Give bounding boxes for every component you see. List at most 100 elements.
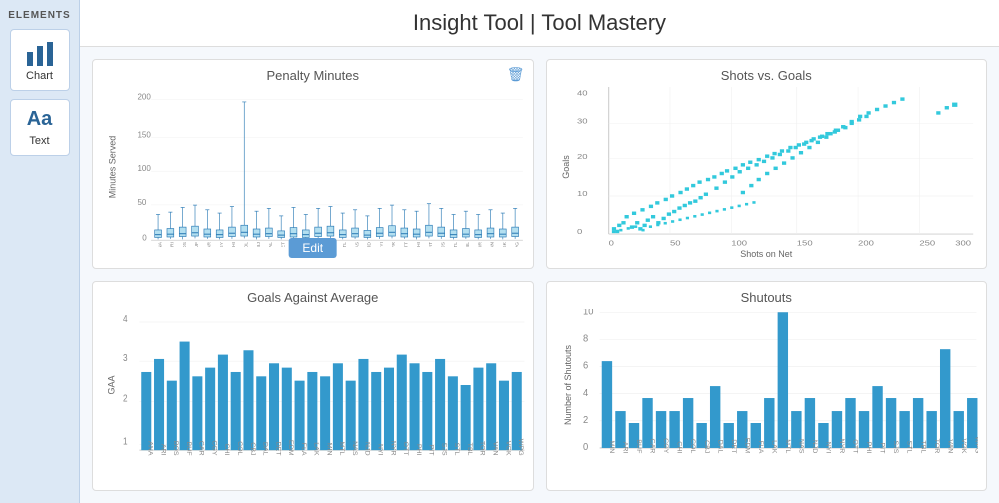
svg-text:1: 1 xyxy=(123,436,128,447)
svg-text:10: 10 xyxy=(583,309,593,317)
svg-text:BUF: BUF xyxy=(194,242,200,247)
gaa-title: Goals Against Average xyxy=(101,290,525,305)
shots-vs-goals-chart: Shots vs. Goals Goals 0 50 100 150 xyxy=(546,59,988,269)
svg-text:ARI: ARI xyxy=(621,442,628,454)
svg-text:0: 0 xyxy=(577,227,582,236)
sidebar-label: ELEMENTS xyxy=(8,10,70,21)
svg-text:DAL: DAL xyxy=(716,440,723,454)
svg-text:TBL: TBL xyxy=(465,242,471,247)
svg-text:SJS: SJS xyxy=(441,241,447,247)
text-icon: Aa xyxy=(27,108,53,131)
svg-text:OTT: OTT xyxy=(404,242,410,247)
svg-text:PIT: PIT xyxy=(428,242,434,247)
svg-text:100: 100 xyxy=(137,164,151,173)
svg-text:CAR: CAR xyxy=(198,441,204,456)
shutouts-y-label: Number of Shutouts xyxy=(564,345,574,425)
svg-text:VAN: VAN xyxy=(492,442,498,456)
svg-text:PHI: PHI xyxy=(415,444,421,456)
svg-text:CBJ: CBJ xyxy=(249,442,255,455)
svg-text:DAL: DAL xyxy=(268,242,274,247)
svg-text:FLA: FLA xyxy=(756,440,763,453)
svg-text:COL: COL xyxy=(236,441,242,456)
header: Insight Tool | Tool Mastery xyxy=(80,0,999,47)
svg-text:FLA: FLA xyxy=(300,443,306,457)
svg-text:TOR: TOR xyxy=(932,439,939,454)
svg-text:LAK: LAK xyxy=(770,440,777,454)
svg-text:PIT: PIT xyxy=(878,442,885,454)
sidebar: ELEMENTS Chart Aa Text xyxy=(0,0,80,503)
svg-text:WPG: WPG xyxy=(973,437,978,454)
canvas: Penalty Minutes 🗑 Minutes Served 200 150… xyxy=(80,47,999,503)
text-label: Text xyxy=(29,135,49,147)
svg-text:200: 200 xyxy=(137,92,151,101)
svg-text:NJD: NJD xyxy=(364,442,370,456)
svg-text:NAS: NAS xyxy=(354,241,360,247)
svg-text:ANA: ANA xyxy=(147,441,153,456)
svg-text:20: 20 xyxy=(577,152,588,161)
penalty-y-label: Minutes Served xyxy=(107,136,117,199)
svg-text:CGY: CGY xyxy=(211,440,217,456)
svg-text:CGY: CGY xyxy=(219,241,225,247)
svg-text:6: 6 xyxy=(583,361,588,372)
svg-text:ANA: ANA xyxy=(157,241,163,247)
svg-text:8: 8 xyxy=(583,333,588,344)
svg-text:4: 4 xyxy=(123,313,128,324)
svg-text:NYR: NYR xyxy=(389,441,395,456)
svg-text:WPG: WPG xyxy=(517,439,523,456)
svg-text:NJD: NJD xyxy=(367,241,373,247)
shots-title: Shots vs. Goals xyxy=(555,68,979,83)
svg-text:DET: DET xyxy=(729,439,736,454)
svg-text:NYR: NYR xyxy=(838,439,845,454)
svg-text:4: 4 xyxy=(583,388,589,399)
svg-text:VGK: VGK xyxy=(959,439,966,454)
svg-text:COL: COL xyxy=(244,242,250,247)
svg-text:TBL: TBL xyxy=(466,443,472,456)
svg-text:NYI: NYI xyxy=(379,242,385,247)
svg-text:250: 250 xyxy=(919,238,935,247)
svg-text:DET: DET xyxy=(280,242,286,247)
sidebar-item-chart[interactable]: Chart xyxy=(10,29,70,91)
svg-text:0: 0 xyxy=(583,442,588,453)
svg-text:BOS: BOS xyxy=(172,441,178,457)
svg-text:MTL: MTL xyxy=(783,439,790,453)
svg-text:150: 150 xyxy=(137,130,151,139)
svg-text:0: 0 xyxy=(608,238,613,247)
svg-text:PHI: PHI xyxy=(865,442,872,454)
svg-text:40: 40 xyxy=(577,88,588,97)
svg-text:STL: STL xyxy=(453,443,459,456)
svg-text:CBJ: CBJ xyxy=(256,241,262,247)
svg-text:VAN: VAN xyxy=(946,439,953,453)
chart-icon xyxy=(25,38,55,66)
svg-text:2: 2 xyxy=(583,415,588,426)
svg-text:TBL: TBL xyxy=(919,440,926,453)
svg-text:VGK: VGK xyxy=(504,441,510,457)
delete-icon[interactable]: 🗑 xyxy=(507,66,525,83)
sidebar-item-text[interactable]: Aa Text xyxy=(10,99,70,156)
svg-text:50: 50 xyxy=(669,238,680,247)
shutouts-chart: Shutouts Number of Shutouts 0 2 4 6 8 10 xyxy=(546,281,988,491)
svg-text:EDM: EDM xyxy=(287,440,293,456)
svg-text:STL: STL xyxy=(453,242,459,247)
svg-text:MTL: MTL xyxy=(338,441,344,455)
penalty-x-labels xyxy=(159,249,517,269)
svg-text:NYI: NYI xyxy=(824,442,831,454)
svg-text:DET: DET xyxy=(274,441,280,455)
svg-text:NAS: NAS xyxy=(351,441,357,456)
svg-text:CHI: CHI xyxy=(231,242,237,247)
svg-text:MIN: MIN xyxy=(326,443,332,456)
svg-text:NAS: NAS xyxy=(797,439,804,454)
svg-text:WPG: WPG xyxy=(514,242,520,247)
svg-text:NYR: NYR xyxy=(391,242,397,247)
svg-text:BUF: BUF xyxy=(185,441,191,455)
svg-text:STL: STL xyxy=(905,440,912,453)
svg-text:CAR: CAR xyxy=(207,242,213,247)
svg-text:30: 30 xyxy=(577,116,588,125)
page-title: Insight Tool | Tool Mastery xyxy=(100,10,979,36)
svg-text:EDM: EDM xyxy=(743,438,750,454)
svg-text:CHI: CHI xyxy=(223,443,229,455)
svg-text:PIT: PIT xyxy=(428,445,434,456)
svg-text:CBJ: CBJ xyxy=(702,440,709,453)
shutouts-title: Shutouts xyxy=(555,290,979,305)
gaa-y-label: GAA xyxy=(107,375,117,394)
edit-button[interactable]: Edit xyxy=(288,238,337,258)
